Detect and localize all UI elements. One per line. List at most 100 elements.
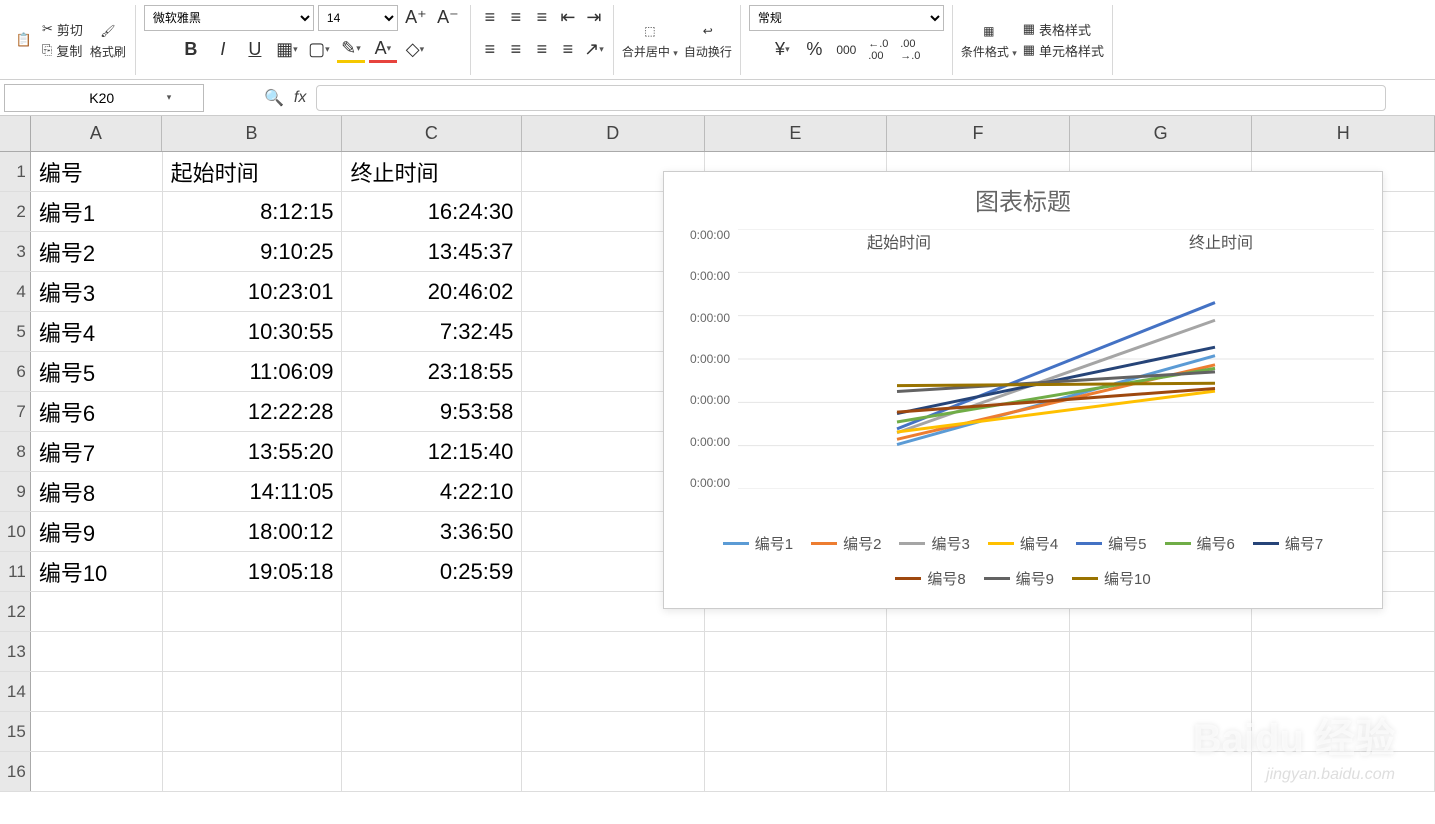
col-header-E[interactable]: E bbox=[705, 116, 888, 151]
row-header[interactable]: 3 bbox=[0, 232, 31, 271]
cell[interactable]: 13:55:20 bbox=[163, 432, 343, 471]
row-header[interactable]: 11 bbox=[0, 552, 31, 591]
cell[interactable] bbox=[342, 632, 522, 671]
cell[interactable]: 编号 bbox=[31, 152, 163, 191]
cell[interactable]: 12:22:28 bbox=[163, 392, 343, 431]
col-header-A[interactable]: A bbox=[31, 116, 162, 151]
cell[interactable] bbox=[1070, 672, 1253, 711]
legend-item[interactable]: 编号9 bbox=[984, 568, 1054, 589]
cell[interactable] bbox=[163, 752, 343, 791]
cell[interactable]: 20:46:02 bbox=[342, 272, 522, 311]
row-header[interactable]: 5 bbox=[0, 312, 31, 351]
format-painter-button[interactable]: 🖌 格式刷 bbox=[89, 19, 127, 60]
cell[interactable] bbox=[31, 752, 163, 791]
table-style-button[interactable]: ▦表格样式 bbox=[1023, 20, 1104, 39]
cell[interactable] bbox=[705, 712, 888, 751]
cell-style-button[interactable]: ▦单元格样式 bbox=[1023, 41, 1104, 60]
row-header[interactable]: 4 bbox=[0, 272, 31, 311]
formula-input[interactable] bbox=[316, 85, 1386, 111]
cell[interactable]: 编号10 bbox=[31, 552, 163, 591]
cell[interactable]: 19:05:18 bbox=[163, 552, 343, 591]
merge-center-button[interactable]: ⬚ 合并居中 ▾ bbox=[622, 19, 678, 60]
cell[interactable] bbox=[1070, 752, 1253, 791]
align-right-icon[interactable]: ≡ bbox=[531, 37, 553, 63]
currency-icon[interactable]: ¥▾ bbox=[768, 37, 796, 63]
cell[interactable] bbox=[31, 672, 163, 711]
col-header-D[interactable]: D bbox=[522, 116, 705, 151]
highlight-button[interactable]: ✎▾ bbox=[337, 37, 365, 63]
col-header-C[interactable]: C bbox=[342, 116, 522, 151]
font-color-button[interactable]: A▾ bbox=[369, 37, 397, 63]
col-header-B[interactable]: B bbox=[162, 116, 342, 151]
cell[interactable]: 9:53:58 bbox=[342, 392, 522, 431]
cell[interactable] bbox=[31, 632, 163, 671]
row-header[interactable]: 2 bbox=[0, 192, 31, 231]
number-format-select[interactable]: 常规 bbox=[749, 5, 944, 31]
cell[interactable] bbox=[342, 712, 522, 751]
increase-indent-icon[interactable]: ⇥ bbox=[583, 5, 605, 31]
align-center-icon[interactable]: ≡ bbox=[505, 37, 527, 63]
cell[interactable]: 18:00:12 bbox=[163, 512, 343, 551]
cell[interactable]: 终止时间 bbox=[342, 152, 522, 191]
cell[interactable]: 编号2 bbox=[31, 232, 163, 271]
legend-item[interactable]: 编号2 bbox=[811, 533, 881, 554]
underline-button[interactable]: U bbox=[241, 37, 269, 63]
legend-item[interactable]: 编号7 bbox=[1253, 533, 1323, 554]
legend-item[interactable]: 编号6 bbox=[1165, 533, 1235, 554]
font-family-select[interactable]: 微软雅黑 bbox=[144, 5, 314, 31]
legend-item[interactable]: 编号4 bbox=[988, 533, 1058, 554]
conditional-format-button[interactable]: ▦ 条件格式 ▾ bbox=[961, 19, 1017, 60]
cell[interactable] bbox=[887, 632, 1070, 671]
cell[interactable] bbox=[342, 592, 522, 631]
decrease-decimal-icon[interactable]: .00→.0 bbox=[896, 37, 924, 63]
orientation-icon[interactable]: ↗▾ bbox=[583, 37, 605, 63]
row-header[interactable]: 13 bbox=[0, 632, 31, 671]
cell[interactable] bbox=[887, 672, 1070, 711]
cell[interactable]: 7:32:45 bbox=[342, 312, 522, 351]
zoom-icon[interactable]: 🔍 bbox=[264, 88, 284, 108]
cell[interactable] bbox=[887, 752, 1070, 791]
justify-icon[interactable]: ≡ bbox=[557, 37, 579, 63]
cell[interactable] bbox=[522, 632, 705, 671]
cut-button[interactable]: ✂剪切 bbox=[42, 20, 83, 39]
cell[interactable] bbox=[163, 672, 343, 711]
cell[interactable] bbox=[31, 592, 163, 631]
percent-icon[interactable]: % bbox=[800, 37, 828, 63]
chart-object[interactable]: 图表标题 0:00:000:00:000:00:000:00:000:00:00… bbox=[663, 171, 1383, 609]
wrap-text-button[interactable]: ↩ 自动换行 bbox=[684, 19, 732, 60]
row-header[interactable]: 9 bbox=[0, 472, 31, 511]
increase-decimal-icon[interactable]: ←.0.00 bbox=[864, 37, 892, 63]
cell[interactable]: 编号9 bbox=[31, 512, 163, 551]
paste-button[interactable]: 📋 bbox=[12, 28, 36, 52]
legend-item[interactable]: 编号5 bbox=[1076, 533, 1146, 554]
cell[interactable] bbox=[1070, 632, 1253, 671]
cell[interactable] bbox=[887, 712, 1070, 751]
legend-item[interactable]: 编号1 bbox=[723, 533, 793, 554]
fx-icon[interactable]: fx bbox=[294, 89, 306, 107]
cell[interactable] bbox=[1252, 632, 1435, 671]
col-header-H[interactable]: H bbox=[1252, 116, 1435, 151]
font-size-select[interactable]: 14 bbox=[318, 5, 398, 31]
align-top-icon[interactable]: ≡ bbox=[479, 5, 501, 31]
cell[interactable] bbox=[342, 752, 522, 791]
cell[interactable]: 9:10:25 bbox=[163, 232, 343, 271]
cell[interactable] bbox=[163, 632, 343, 671]
legend-item[interactable]: 编号8 bbox=[895, 568, 965, 589]
cell[interactable] bbox=[31, 712, 163, 751]
cell[interactable]: 13:45:37 bbox=[342, 232, 522, 271]
cell[interactable]: 编号8 bbox=[31, 472, 163, 511]
fill-cell-icon[interactable]: ▢▾ bbox=[305, 37, 333, 63]
cell[interactable] bbox=[522, 712, 705, 751]
row-header[interactable]: 14 bbox=[0, 672, 31, 711]
cell[interactable] bbox=[1252, 712, 1435, 751]
select-all-corner[interactable] bbox=[0, 116, 31, 151]
cell[interactable]: 编号5 bbox=[31, 352, 163, 391]
cell[interactable]: 16:24:30 bbox=[342, 192, 522, 231]
name-box[interactable]: ▾ bbox=[4, 84, 204, 112]
row-header[interactable]: 12 bbox=[0, 592, 31, 631]
cell[interactable] bbox=[163, 592, 343, 631]
cell[interactable]: 编号7 bbox=[31, 432, 163, 471]
cell[interactable]: 0:25:59 bbox=[342, 552, 522, 591]
cell[interactable] bbox=[705, 632, 888, 671]
row-header[interactable]: 16 bbox=[0, 752, 31, 791]
